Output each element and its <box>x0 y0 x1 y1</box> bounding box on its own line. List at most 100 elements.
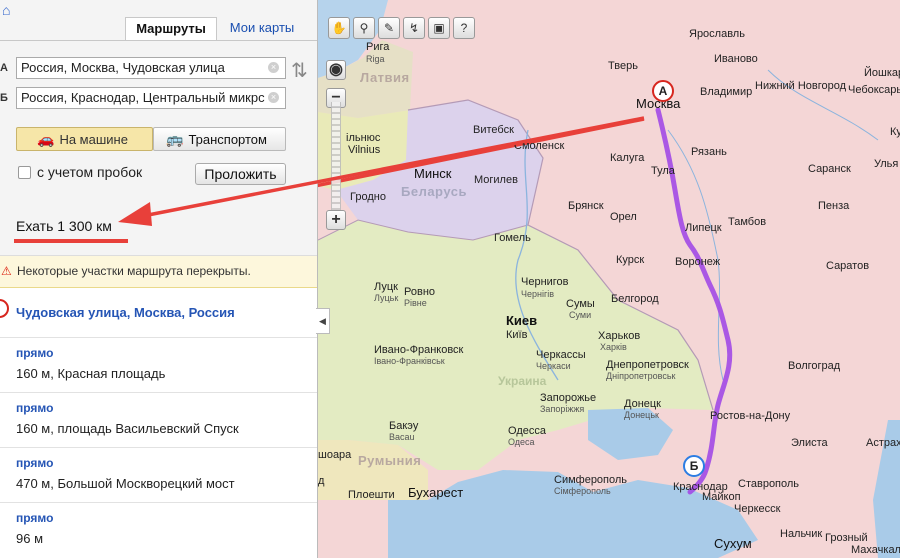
map-label: Нижний Новгород <box>755 80 847 92</box>
map-label: Riga <box>366 54 385 64</box>
hand-icon[interactable]: ✋ <box>328 17 350 39</box>
zoom-in-button[interactable]: + <box>326 210 346 230</box>
zoom-slider[interactable] <box>331 102 341 210</box>
layers-icon[interactable]: ▣ <box>428 17 450 39</box>
build-route-button[interactable]: Проложить <box>195 163 286 185</box>
map-label: Луцьк <box>374 293 399 303</box>
map-label: Гродно <box>350 191 386 203</box>
step-direction: прямо <box>16 511 54 525</box>
map-label: Рязань <box>691 146 727 158</box>
mode-transport-label: Транспортом <box>188 132 267 147</box>
route-form: ⌂ Маршруты Мои карты А Россия, Москва, Ч… <box>0 0 317 256</box>
map-label: Элиста <box>791 437 828 449</box>
step-description: 470 м, Большой Москворецкий мост <box>16 476 235 491</box>
map-label: Махачкал <box>851 544 900 556</box>
map-label: Пенза <box>818 200 850 212</box>
map-label: Липецк <box>685 222 722 234</box>
map-label: Ростов-на-Дону <box>710 410 791 422</box>
map-label: Bacau <box>389 432 415 442</box>
point-b-input[interactable]: Россия, Краснодар, Центральный микрс × <box>16 87 286 109</box>
step-direction: прямо <box>16 346 54 360</box>
route-start[interactable]: Чудовская улица, Москва, Россия <box>0 296 317 330</box>
step-description: 160 м, Красная площадь <box>16 366 166 381</box>
zoom-control: ◉ − + <box>326 60 346 230</box>
map-label: Белгород <box>611 293 659 305</box>
mode-car-label: На машине <box>59 132 128 147</box>
map-label: Смоленск <box>514 140 565 152</box>
tabs-divider <box>0 40 317 41</box>
map-label: д <box>318 475 325 487</box>
map-label: Владимир <box>700 86 753 98</box>
start-point-text: Чудовская улица, Москва, Россия <box>16 305 235 320</box>
route-step[interactable]: прямо 160 м, площадь Васильевский Спуск <box>0 392 317 447</box>
map-label: Сухум <box>714 536 752 551</box>
map-label: Саранск <box>808 163 851 175</box>
step-direction: прямо <box>16 401 54 415</box>
traffic-checkbox[interactable] <box>18 166 31 179</box>
route-warning: ⚠ Некоторые участки маршрута перекрыты. <box>0 256 317 288</box>
map-label: Минск <box>414 166 452 181</box>
map-label: Vilnius <box>348 144 381 156</box>
map-label: Могилев <box>474 174 518 186</box>
route-step[interactable]: прямо 160 м, Красная площадь <box>0 337 317 392</box>
map-label: Румыния <box>358 453 422 468</box>
map-label: Воронеж <box>675 256 721 268</box>
map-label: Латвия <box>360 70 410 85</box>
swap-points-icon[interactable]: ⇅ <box>291 61 308 81</box>
tab-my-maps[interactable]: Мои карты <box>222 17 302 41</box>
map-label: Суми <box>569 310 592 320</box>
map-label: Тамбов <box>728 216 767 228</box>
map-label: Одеса <box>508 437 535 447</box>
map-label: Івано-Франківськ <box>374 356 445 366</box>
point-a-input[interactable]: Россия, Москва, Чудовская улица × <box>16 57 286 79</box>
map-label: Харків <box>600 342 627 352</box>
route-end-marker[interactable]: Б <box>683 455 705 477</box>
route-start-marker[interactable]: А <box>652 80 674 102</box>
map-label: Саратов <box>826 260 870 272</box>
mode-transport-button[interactable]: 🚌 Транспортом <box>153 127 286 151</box>
magnifier-icon[interactable]: ⚲ <box>353 17 375 39</box>
map-label: Ставрополь <box>738 478 800 490</box>
route-panel: ⌂ Маршруты Мои карты А Россия, Москва, Ч… <box>0 0 318 558</box>
route-step[interactable]: прямо 96 м <box>0 502 317 557</box>
map-label: Курск <box>616 254 645 266</box>
locate-icon[interactable]: ◉ <box>326 60 346 80</box>
map-label: Тверь <box>608 60 638 72</box>
route-step[interactable]: прямо 470 м, Большой Москворецкий мост <box>0 447 317 502</box>
map-label: Дніпропетровськ <box>606 371 676 381</box>
point-b-label: Б <box>0 92 8 104</box>
map-label: Беларусь <box>401 184 467 199</box>
collapse-panel-button[interactable]: ◀ <box>316 308 330 334</box>
traffic-label: с учетом пробок <box>37 164 143 180</box>
clear-point-a-icon[interactable]: × <box>268 62 279 73</box>
step-description: 160 м, площадь Васильевский Спуск <box>16 421 239 436</box>
home-icon[interactable]: ⌂ <box>2 2 10 18</box>
bus-icon: 🚌 <box>166 131 184 147</box>
clear-point-b-icon[interactable]: × <box>268 92 279 103</box>
map-toolbar: ✋ ⚲ ✎ ↯ ▣ ? <box>328 17 475 43</box>
tab-routes[interactable]: Маршруты <box>125 17 217 41</box>
map-label: Брянск <box>568 200 604 212</box>
map-label: Гомель <box>494 232 531 244</box>
map-label: Чебоксары <box>848 84 900 96</box>
ruler-icon[interactable]: ✎ <box>378 17 400 39</box>
start-point-icon <box>0 299 9 318</box>
map-label: Ку <box>890 126 900 138</box>
mode-car-button[interactable]: 🚗 На машине <box>16 127 153 151</box>
map[interactable]: Рига Riga Латвия ільнюс Vilnius Минск Бе… <box>318 0 900 558</box>
map-label: Волгоград <box>788 360 841 372</box>
map-label: Киев <box>506 313 538 328</box>
map-label: шоара <box>318 449 352 461</box>
map-label: Орел <box>610 211 637 223</box>
map-label: Нальчик <box>780 528 823 540</box>
route-distance: Ехать 1 300 км <box>16 218 112 234</box>
map-label: ільнюс <box>346 132 381 144</box>
route-tool-icon[interactable]: ↯ <box>403 17 425 39</box>
map-label: Сімферополь <box>554 486 611 496</box>
step-description: 96 м <box>16 531 44 546</box>
map-label: Донецьк <box>624 410 659 420</box>
map-label: Иваново <box>714 53 758 65</box>
inset-area <box>318 500 388 558</box>
help-icon[interactable]: ? <box>453 17 475 39</box>
step-direction: прямо <box>16 456 54 470</box>
